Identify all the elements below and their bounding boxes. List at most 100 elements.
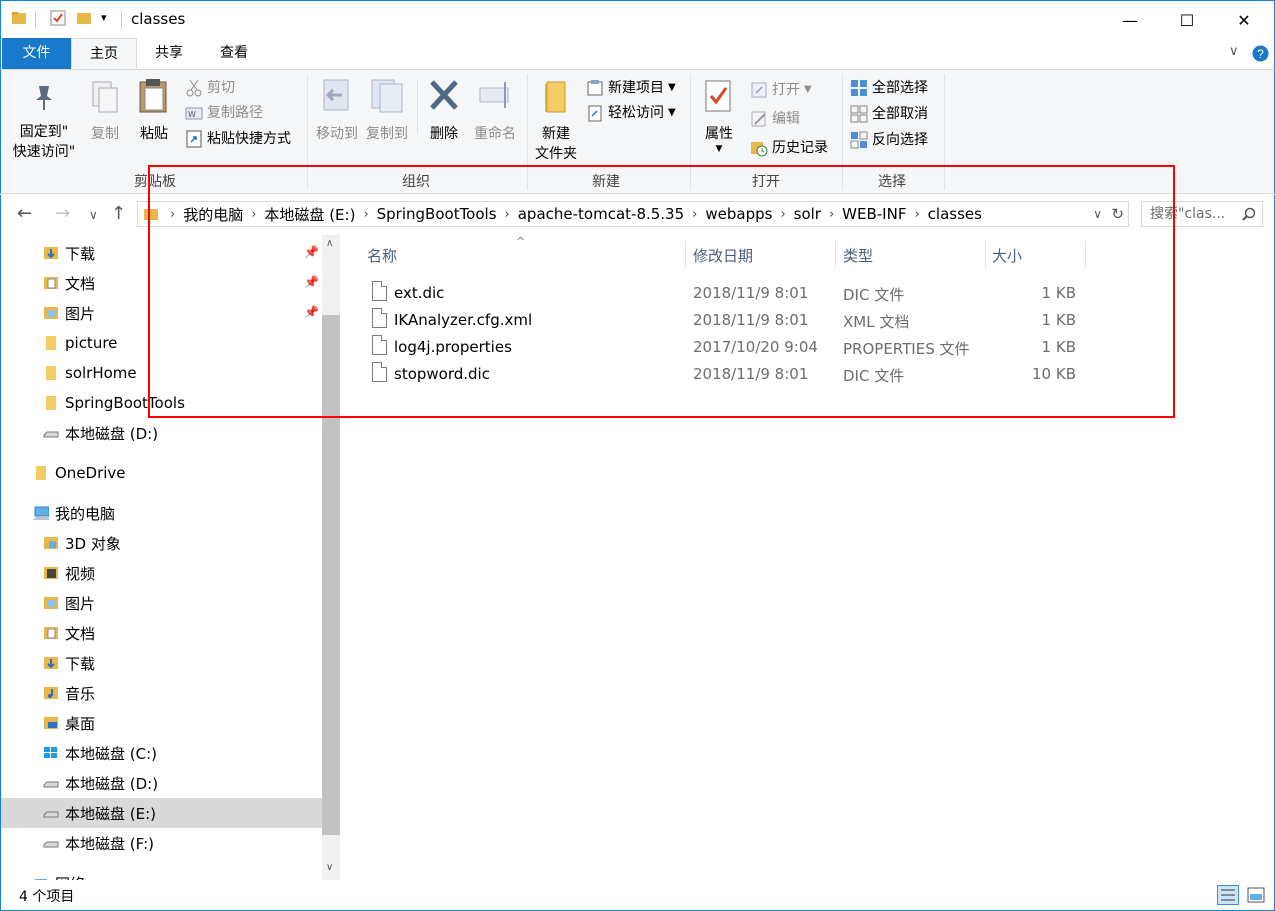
sidebar-item-label: 本地磁盘 (E:) <box>65 804 157 823</box>
easy-access-icon <box>588 105 602 122</box>
copy-to-button[interactable]: 复制到 <box>362 78 412 144</box>
easy-access-button[interactable]: 轻松访问 ▼ <box>586 101 676 125</box>
sidebar-item-drive-d[interactable]: 本地磁盘 (D:) <box>43 768 158 798</box>
sidebar-item-drive-e[interactable]: 本地磁盘 (E:) <box>1 798 322 828</box>
sidebar-item-label: 文档 <box>65 624 96 643</box>
history-button[interactable]: 历史记录 <box>750 136 828 160</box>
videos-folder-icon <box>44 567 58 579</box>
sidebar-item-desktop[interactable]: 桌面 <box>43 708 95 738</box>
delete-label: 删除 <box>430 126 458 142</box>
sidebar-item-documents-quick[interactable]: 文档 <box>43 268 95 298</box>
title-bar: ▾ classes — ☐ ✕ <box>0 0 1275 38</box>
sidebar-item-pictures-quick[interactable]: 图片 <box>43 298 95 328</box>
new-item-button[interactable]: 新建项目 ▼ <box>586 76 676 100</box>
documents-folder-icon <box>44 277 58 289</box>
back-arrow-icon[interactable]: ← <box>17 203 32 224</box>
minimize-button[interactable]: — <box>1101 1 1159 39</box>
copy-path-label: 复制路径 <box>207 105 263 121</box>
large-icons-view-icon[interactable] <box>1245 885 1267 905</box>
sidebar-item-this-pc[interactable]: 我的电脑 <box>33 498 115 528</box>
paste-shortcut-button[interactable]: 粘贴快捷方式 <box>185 127 291 151</box>
sidebar-item-drive-c[interactable]: 本地磁盘 (C:) <box>43 738 157 768</box>
documents-folder-icon <box>44 627 58 639</box>
copy-path-icon: W <box>185 107 203 120</box>
properties-label: 属性 <box>705 126 733 142</box>
paste-button[interactable]: 粘贴 <box>133 78 175 144</box>
svg-text:?: ? <box>1257 47 1264 61</box>
sidebar-item-label: 下载 <box>65 244 96 263</box>
copy-path-button[interactable]: W 复制路径 <box>185 101 263 125</box>
sidebar-item-picture[interactable]: picture <box>43 328 117 358</box>
sidebar-item-downloads[interactable]: 下载 <box>43 648 95 678</box>
new-item-label: 新建项目 <box>608 80 664 96</box>
invert-selection-icon <box>850 131 868 149</box>
sidebar-item-pictures[interactable]: 图片 <box>43 588 95 618</box>
properties-quick-icon[interactable] <box>50 10 66 26</box>
sidebar-item-solrhome[interactable]: solrHome <box>43 358 137 388</box>
maximize-button[interactable]: ☐ <box>1158 1 1216 39</box>
forward-arrow-icon[interactable]: → <box>55 203 70 224</box>
sidebar-item-onedrive[interactable]: OneDrive <box>33 458 126 488</box>
folder-icon <box>46 366 56 380</box>
rename-icon <box>479 82 509 108</box>
copy-button[interactable]: 复制 <box>85 80 125 144</box>
help-icon[interactable]: ? <box>1252 45 1269 62</box>
dropdown-arrow-icon: ▼ <box>668 82 676 93</box>
new-folder-label-2: 文件夹 <box>535 146 577 162</box>
scroll-down-icon[interactable]: ∨ <box>326 862 333 873</box>
sidebar-item-drive-d-quick[interactable]: 本地磁盘 (D:) <box>43 418 158 448</box>
divider <box>417 80 418 134</box>
sidebar-item-network[interactable]: 网络 <box>33 868 85 880</box>
open-button[interactable]: 打开 ▼ <box>750 78 812 102</box>
music-folder-icon <box>44 687 58 699</box>
rename-button[interactable]: 重命名 <box>469 78 521 144</box>
svg-text:W: W <box>188 110 196 119</box>
cut-button[interactable]: 剪切 <box>185 76 235 100</box>
new-folder-quick-icon[interactable] <box>76 10 92 26</box>
edit-label: 编辑 <box>772 111 800 127</box>
dropdown-arrow-icon: ▼ <box>668 107 676 118</box>
rename-label: 重命名 <box>474 126 516 142</box>
sidebar-item-videos[interactable]: 视频 <box>43 558 95 588</box>
drive-icon <box>43 841 59 848</box>
sidebar-item-documents[interactable]: 文档 <box>43 618 95 648</box>
delete-button[interactable]: 删除 <box>421 78 467 144</box>
status-bar: 4 个项目 <box>0 880 1275 911</box>
sidebar-item-3d-objects[interactable]: 3D 对象 <box>43 528 121 558</box>
tab-view[interactable]: 查看 <box>201 38 267 69</box>
pin-to-quick-access-button[interactable]: 固定到" 快速访问" <box>9 82 79 162</box>
select-all-button[interactable]: 全部选择 <box>850 76 928 100</box>
dropdown-arrow-icon: ▼ <box>804 84 812 95</box>
sidebar-item-label: 桌面 <box>65 714 96 733</box>
details-view-icon[interactable] <box>1217 885 1239 905</box>
quick-access-dropdown-icon[interactable]: ▾ <box>101 11 107 24</box>
tab-home[interactable]: 主页 <box>71 38 137 70</box>
invert-selection-label: 反向选择 <box>872 132 928 148</box>
close-button[interactable]: ✕ <box>1215 1 1273 39</box>
move-to-button[interactable]: 移动到 <box>312 78 362 144</box>
up-arrow-icon[interactable]: ↑ <box>111 203 126 224</box>
sidebar-item-drive-f[interactable]: 本地磁盘 (F:) <box>43 828 154 858</box>
tab-share[interactable]: 共享 <box>137 38 201 69</box>
collapse-ribbon-icon[interactable]: ∨ <box>1229 44 1239 59</box>
recent-locations-chevron-icon[interactable]: ∨ <box>89 208 98 222</box>
sidebar-item-label: 下载 <box>65 654 96 673</box>
edit-button[interactable]: 编辑 <box>750 107 800 131</box>
select-all-icon <box>851 80 867 96</box>
sidebar-item-label: picture <box>65 334 118 352</box>
dropdown-arrow-icon: ▼ <box>715 144 723 154</box>
tab-file[interactable]: 文件 <box>2 38 71 69</box>
copy-label: 复制 <box>91 126 119 142</box>
new-folder-button[interactable]: 新建 文件夹 <box>531 78 581 164</box>
pictures-folder-icon <box>44 597 58 609</box>
sidebar-item-label: 图片 <box>65 594 96 613</box>
sidebar-item-downloads-quick[interactable]: 下载 <box>43 238 95 268</box>
copy-to-icon <box>371 79 403 113</box>
sidebar-item-music[interactable]: 音乐 <box>43 678 95 708</box>
properties-button[interactable]: 属性 ▼ <box>697 78 741 154</box>
select-none-button[interactable]: 全部取消 <box>850 102 928 126</box>
sidebar-item-label: 本地磁盘 (F:) <box>65 834 154 853</box>
sidebar-item-label: OneDrive <box>55 464 126 482</box>
invert-selection-button[interactable]: 反向选择 <box>850 128 928 152</box>
paste-shortcut-icon <box>186 130 202 148</box>
